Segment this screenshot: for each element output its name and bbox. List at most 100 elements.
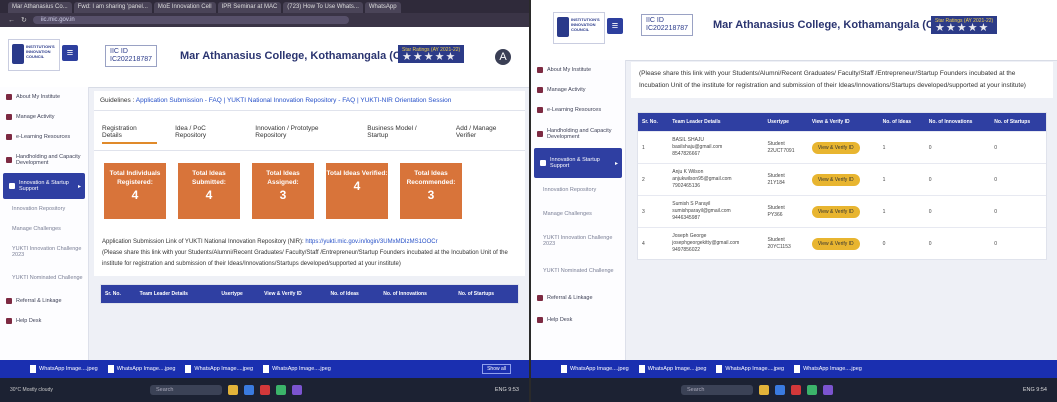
col-header: No. of Startups <box>990 113 1046 132</box>
sr-no: 2 <box>638 163 669 196</box>
view-verify-button[interactable]: View & Verify ID <box>811 237 860 250</box>
sidebar-item-handholding[interactable]: Handholding and Capacity Development <box>0 147 88 173</box>
iic-dashboard-page: INSTITUTION'S INNOVATION COUNCIL ≡ IIC I… <box>0 27 529 360</box>
view-verify-button[interactable]: View & Verify ID <box>811 141 860 154</box>
app-icon[interactable] <box>823 385 833 395</box>
usertype: Student 20YC1153 <box>763 227 808 259</box>
browser-tab[interactable]: MoE Innovation Cell <box>153 2 216 13</box>
tab-business[interactable]: Business Model / Startup <box>367 125 438 144</box>
download-item[interactable]: WhatsApp Image....jpeg <box>185 365 253 373</box>
download-item[interactable]: WhatsApp Image....jpeg <box>638 365 706 373</box>
app-icon[interactable] <box>791 385 801 395</box>
sidebar-item-innovation[interactable]: Innovation & Startup Support ▸ <box>3 173 85 199</box>
sidebar: About My Institute Manage Activity e-Lea… <box>0 87 89 360</box>
sidebar-item-help[interactable]: Help Desk <box>531 310 625 330</box>
menu-toggle-icon[interactable]: ≡ <box>62 45 78 61</box>
file-icon <box>638 365 645 373</box>
sidebar-item-challenges[interactable]: Manage Challenges <box>531 202 625 226</box>
browser-tab[interactable]: (723) How To Use Whats... <box>283 2 363 13</box>
back-icon[interactable]: ← <box>8 17 15 24</box>
sidebar-item-handholding[interactable]: Handholding and Capacity Development <box>531 120 625 148</box>
tab-innovation[interactable]: Innovation / Prototype Repository <box>255 125 349 144</box>
search-box[interactable]: Search <box>681 385 753 395</box>
browser-tab[interactable]: IPR Seminar at MAC <box>217 2 282 13</box>
rocket-icon <box>9 183 15 189</box>
startups-count: 0 <box>990 163 1046 196</box>
chevron-icon: ▸ <box>614 160 618 167</box>
sidebar-item-yukti-challenge[interactable]: YUKTI Innovation Challenge 2023 <box>0 239 88 265</box>
sidebar-item-about[interactable]: About My Institute <box>0 87 88 107</box>
star-rating-box: Star Ratings (AY 2021-22) ★★★★★ <box>398 45 465 63</box>
leader-details: BASIL SHAJU basilshaju@gmail.com 854782666… <box>668 131 764 164</box>
system-clock[interactable]: ENG 9:54 <box>1023 387 1047 393</box>
sidebar-item-yukti-challenge[interactable]: YUKTI Innovation Challenge 2023 <box>531 226 625 256</box>
file-icon <box>716 365 723 373</box>
chrome-icon[interactable] <box>807 385 817 395</box>
system-clock[interactable]: ENG 9:53 <box>495 387 519 393</box>
tab-registration[interactable]: Registration Details <box>102 125 158 144</box>
download-item[interactable]: WhatsApp Image....jpeg <box>561 365 629 373</box>
sidebar-item-referral[interactable]: Referral & Linkage <box>0 291 88 311</box>
sidebar-item-elearning[interactable]: e-Learning Resources <box>0 127 88 147</box>
col-header: No. of Startups <box>454 285 518 303</box>
sidebar-item-activity[interactable]: Manage Activity <box>0 107 88 127</box>
sidebar-item-yukti-nominated[interactable]: YUKTI Nominated Challenge <box>531 256 625 286</box>
file-icon <box>107 365 114 373</box>
sidebar-item-yukti-nominated[interactable]: YUKTI Nominated Challenge <box>0 265 88 291</box>
submission-link[interactable]: https://yukti.mic.gov.in/login/3UMxMDIzM… <box>305 239 437 245</box>
sidebar-item-repository[interactable]: Innovation Repository <box>0 199 88 219</box>
startups-count: 0 <box>990 195 1046 228</box>
download-item[interactable]: WhatsApp Image....jpeg <box>716 365 784 373</box>
sidebar-item-about[interactable]: About My Institute <box>531 60 625 80</box>
main-content: (Please share this link with your Studen… <box>631 62 1053 360</box>
right-screen-photo: INSTITUTION'S INNOVATION COUNCIL ≡ IIC I… <box>531 0 1057 402</box>
reload-icon[interactable]: ↻ <box>21 16 27 24</box>
download-item[interactable]: WhatsApp Image....jpeg <box>30 365 98 373</box>
stat-card: Total Ideas Submitted: 4 <box>178 163 240 219</box>
app-icon[interactable] <box>292 385 302 395</box>
edge-icon[interactable] <box>775 385 785 395</box>
file-icon <box>794 365 801 373</box>
sidebar-item-referral[interactable]: Referral & Linkage <box>531 286 625 310</box>
app-icon[interactable] <box>260 385 270 395</box>
col-header: No. of Ideas <box>878 113 925 132</box>
browser-tab[interactable]: WhatsApp <box>364 2 401 13</box>
folder-icon[interactable] <box>759 385 769 395</box>
stat-card: Total Ideas Recommended: 3 <box>400 163 462 219</box>
share-instructions: (Please share this link with your Studen… <box>631 62 1053 98</box>
book-icon <box>537 107 543 113</box>
menu-toggle-icon[interactable]: ≡ <box>607 18 623 34</box>
chrome-icon[interactable] <box>276 385 286 395</box>
weather-widget[interactable]: 30°C Mostly cloudy <box>10 387 53 393</box>
sidebar-item-challenges[interactable]: Manage Challenges <box>0 219 88 239</box>
download-item[interactable]: WhatsApp Image....jpeg <box>263 365 331 373</box>
show-all-button[interactable]: Show all <box>482 364 511 374</box>
download-item[interactable]: WhatsApp Image....jpeg <box>794 365 862 373</box>
startups-count: 0 <box>990 227 1046 259</box>
view-verify-button[interactable]: View & Verify ID <box>811 173 860 186</box>
usertype: Student 22UCT7091 <box>763 131 808 164</box>
sidebar-item-elearning[interactable]: e-Learning Resources <box>531 100 625 120</box>
browser-tab[interactable]: Fwd: I am sharing 'panel... <box>73 2 152 13</box>
handshake-icon <box>6 157 12 163</box>
tab-verifier[interactable]: Add / Manage Verifier <box>456 125 517 144</box>
ideas-count: 1 <box>878 131 925 164</box>
folder-icon[interactable] <box>228 385 238 395</box>
sidebar-item-activity[interactable]: Manage Activity <box>531 80 625 100</box>
search-box[interactable]: Search <box>150 385 222 395</box>
sidebar-item-innovation[interactable]: Innovation & Startup Support ▸ <box>534 148 622 178</box>
tab-idea[interactable]: Idea / PoC Repository <box>175 125 237 144</box>
browser-tab[interactable]: Mar Athanasius Co... <box>8 2 72 13</box>
share-instructions: (Please share this link with your Studen… <box>102 250 508 267</box>
view-verify-button[interactable]: View & Verify ID <box>811 205 860 218</box>
guideline-links[interactable]: Application Submission - FAQ | YUKTI Nat… <box>136 97 452 104</box>
sidebar-item-repository[interactable]: Innovation Repository <box>531 178 625 202</box>
edge-icon[interactable] <box>244 385 254 395</box>
ideas-count: 1 <box>878 195 925 228</box>
sidebar-item-help[interactable]: Help Desk <box>0 311 88 331</box>
url-field[interactable]: iic.mic.gov.in <box>32 16 349 24</box>
submission-link-text: Application Submission Link of YUKTI Nat… <box>94 231 525 276</box>
download-item[interactable]: WhatsApp Image....jpeg <box>107 365 175 373</box>
avatar[interactable]: A <box>495 49 511 65</box>
sr-no: 3 <box>638 195 669 228</box>
